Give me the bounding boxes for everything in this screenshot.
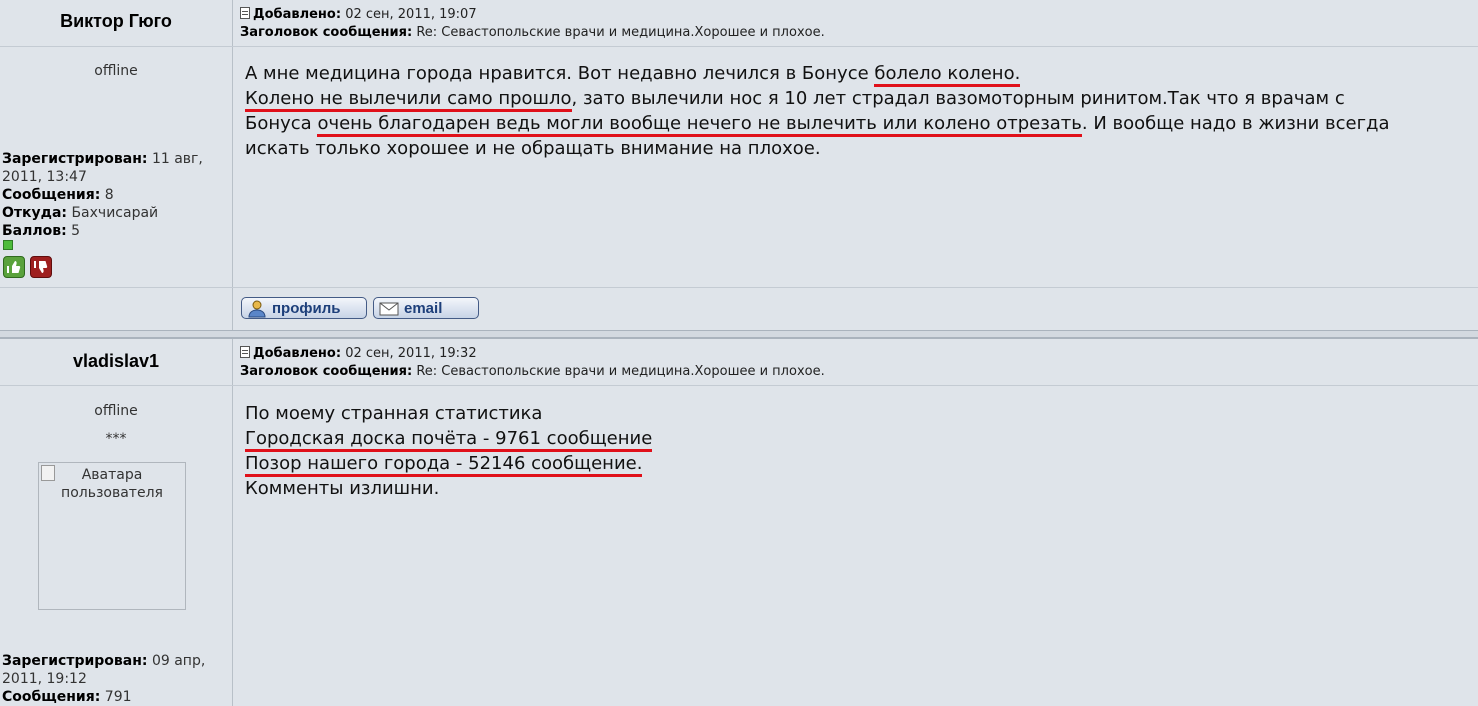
post-2-profile-info: Зарегистрирован: 09 апр, 2011, 19:12 Соо… [2,652,227,706]
subject-label: Заголовок сообщения: [240,364,413,379]
thumbs-down-icon[interactable] [30,256,52,278]
msg-text: По моему странная статистика [245,403,543,424]
added-label: Добавлено: [253,7,342,22]
post-2-meta: Добавлено: 02 сен, 2011, 19:32 Заголовок… [240,345,825,381]
post-2-username[interactable]: vladislav1 [0,351,232,372]
msg-text: искать только хорошее и не обращать вним… [245,138,821,159]
post-1: Виктор Гюго Добавлено: 02 сен, 2011, 19:… [0,0,1478,330]
email-button[interactable]: email [373,297,479,319]
post-1-message: А мне медицина города нравится. Вот неда… [245,61,1470,161]
underlined-text: Позор нашего города - 52146 сообщение. [245,453,643,477]
reg-value-2: 2011, 19:12 [2,671,87,687]
post-1-online-status: offline [94,63,138,79]
subject-label: Заголовок сообщения: [240,25,413,40]
post-2: vladislav1 Добавлено: 02 сен, 2011, 19:3… [0,339,1478,706]
underlined-text: болело колено. [874,63,1021,87]
msgs-value: 791 [104,689,132,705]
added-label: Добавлено: [253,346,342,361]
post-1-profile-info: Зарегистрирован: 11 авг, 2011, 13:47 Соо… [2,150,227,240]
from-label: Откуда: [2,205,67,221]
underlined-text: Городская доска почёта - 9761 сообщение [245,428,653,452]
points-label: Баллов: [2,223,67,239]
added-value: 02 сен, 2011, 19:32 [345,346,477,361]
msg-text: Бонуса [245,113,318,134]
user-icon [247,300,267,318]
thumbs-up-icon[interactable] [3,256,25,278]
msg-text: . И вообще надо в жизни всегда [1081,113,1390,134]
reg-label: Зарегистрирован: [2,151,148,167]
msgs-label: Сообщения: [2,187,101,203]
avatar: Аватара пользователя [38,462,186,610]
reg-value-2: 2011, 13:47 [2,169,87,185]
post-1-header-divider [0,46,1478,47]
reg-value: 11 авг, [151,151,203,167]
reg-label: Зарегистрирован: [2,653,148,669]
avatar-alt-text: Аватара пользователя [61,467,163,501]
envelope-icon [379,300,399,316]
underlined-text: Колено не вылечили само прошло [245,88,572,112]
post-2-rank-stars: *** [105,431,127,447]
msg-text: А мне медицина города нравится. Вот неда… [245,63,875,84]
points-value: 5 [71,223,81,239]
post-2-message: По моему странная статистика Городская д… [245,401,1470,501]
post-1-meta: Добавлено: 02 сен, 2011, 19:07 Заголовок… [240,6,825,42]
post-2-header-divider [0,385,1478,386]
reputation-square-icon [3,240,13,250]
msg-text: , зато вылечили нос я 10 лет страдал ваз… [571,88,1345,109]
profile-button[interactable]: профиль [241,297,367,319]
msgs-label: Сообщения: [2,689,101,705]
added-value: 02 сен, 2011, 19:07 [345,7,477,22]
post-separator [0,330,1478,339]
msgs-value: 8 [104,187,114,203]
email-button-label: email [404,300,443,317]
profile-button-label: профиль [272,300,341,317]
subject-value: Re: Севастопольские врачи и медицина.Хор… [416,364,825,379]
post-icon[interactable] [240,346,250,358]
underlined-text: очень благодарен ведь могли вообще нечег… [317,113,1082,137]
from-value: Бахчисарай [71,205,159,221]
msg-text: Комменты излишни. [245,478,440,499]
post-1-username[interactable]: Виктор Гюго [0,11,232,32]
subject-value: Re: Севастопольские врачи и медицина.Хор… [416,25,825,40]
reg-value: 09 апр, [151,653,206,669]
post-1-footer-divider [0,287,1478,288]
post-icon[interactable] [240,7,250,19]
post-2-online-status: offline [94,403,138,419]
